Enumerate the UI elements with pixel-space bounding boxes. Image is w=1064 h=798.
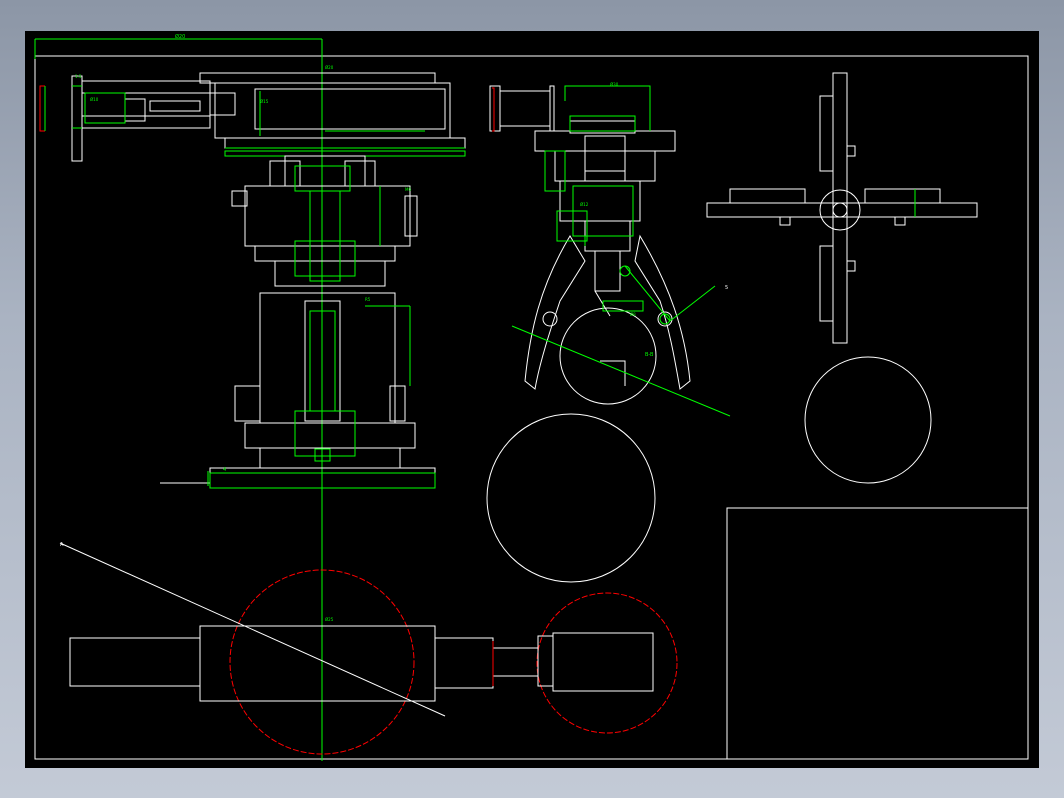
dim-text: Ø8	[630, 312, 636, 317]
reference-circle-middle	[486, 413, 656, 583]
main-assembly-view: Ø20 4	[34, 33, 555, 761]
top-dimension-label: Ø20	[175, 33, 185, 40]
base-label: 4	[223, 467, 226, 473]
dim-text: R5	[365, 297, 371, 302]
dim-text: Ø12	[580, 202, 589, 207]
gripper-view: B-B 5	[511, 85, 731, 417]
reference-circle-right	[804, 356, 932, 484]
dim-text: Ø20	[325, 65, 334, 70]
cross-top-view	[706, 72, 978, 344]
dim-text: Ø30	[610, 82, 619, 87]
dim-text: Ø15	[260, 99, 269, 104]
dim-text: Ø10	[90, 97, 99, 102]
section-label: B-B	[645, 352, 654, 358]
cad-drawing-canvas[interactable]: Ø20 4 B-B 5 A Ø20 Ø15 Ø10 M6 R5 Ø30 Ø8 Ø…	[25, 31, 1039, 768]
dimension-text-group: Ø20 Ø15 Ø10 M6 R5 Ø30 Ø8 Ø12 Ø25 1:5	[75, 65, 636, 622]
cad-viewport[interactable]: Ø20 4 B-B 5 A Ø20 Ø15 Ø10 M6 R5 Ø30 Ø8 Ø…	[25, 31, 1039, 768]
column-body	[160, 155, 436, 489]
dim-text: M6	[405, 187, 411, 192]
drawing-border	[34, 55, 1029, 760]
arm-label: A	[60, 542, 64, 548]
title-block	[726, 507, 1028, 759]
leader-label: 5	[725, 285, 728, 291]
cylinder-plan-view: A	[59, 542, 678, 755]
flange-label: 1:5	[75, 74, 82, 79]
dim-text: Ø25	[325, 617, 334, 622]
